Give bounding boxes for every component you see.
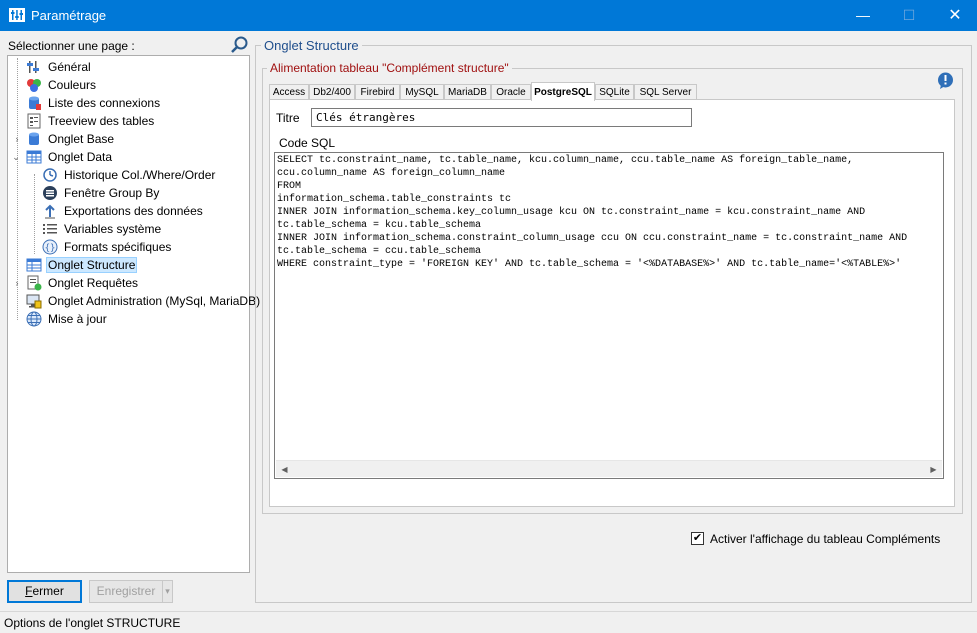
grid-table-icon [26,149,42,165]
tree-item-onglet-structure[interactable]: Onglet Structure [26,256,138,274]
tree-item-label: Onglet Administration (MySql, MariaDB) [48,294,261,308]
complement-group-title: Alimentation tableau "Complément structu… [267,61,512,75]
tree-item-connections[interactable]: Liste des connexions [26,94,162,112]
tree-item-label: Variables système [64,222,162,236]
tab-access[interactable]: Access [269,84,309,100]
activer-complements-label[interactable]: Activer l'affichage du tableau Complémen… [710,532,940,546]
enregistrer-dropdown-button[interactable]: ▾ [162,580,173,603]
database-icon [26,131,42,147]
tree-guide [34,174,35,254]
titre-label: Titre [276,111,300,125]
tree-item-label: Mise à jour [48,312,107,326]
query-document-icon [26,275,42,291]
tree-item-label: Onglet Structure [46,257,138,273]
tab-mysql[interactable]: MySQL [400,84,444,100]
tree-item-label: Onglet Base [48,132,115,146]
grid-table-icon [26,257,42,273]
tree-item-label: Formats spécifiques [64,240,172,254]
tree-item-general[interactable]: Général [26,58,93,76]
tab-firebird[interactable]: Firebird [355,84,400,100]
code-sql-label: Code SQL [279,136,336,150]
svg-text:{}: {} [45,244,56,254]
code-sql-text[interactable]: SELECT tc.constraint_name, tc.table_name… [277,154,941,460]
minimize-button[interactable]: — [840,0,886,31]
tab-sql-server[interactable]: SQL Server [634,84,697,100]
maximize-button[interactable]: ☐ [886,0,932,31]
list-lines-icon [42,221,58,237]
tab-postgresql[interactable]: PostgreSQL [531,82,595,101]
page-select-label: Sélectionner une page : [8,39,135,53]
tree-item-formats[interactable]: {} Formats spécifiques [42,238,173,256]
tree-item-label: Exportations des données [64,204,203,218]
tree-item-label: Général [48,60,91,74]
collapsed-expander-icon[interactable]: › [12,278,22,288]
collapsed-expander-icon[interactable]: › [12,134,22,144]
color-palette-icon [26,77,42,93]
status-text: Options de l'onglet STRUCTURE [4,616,181,630]
tree-item-label: Onglet Data [48,150,113,164]
tree-item-colors[interactable]: Couleurs [26,76,98,94]
scroll-left-icon[interactable]: ◀ [276,461,293,478]
search-icon[interactable] [229,35,249,55]
tab-oracle[interactable]: Oracle [491,84,531,100]
tree-item-label: Onglet Requêtes [48,276,139,290]
sliders-icon [26,59,42,75]
fermer-label: ermer [32,584,64,598]
fermer-mnemonic: F [25,584,33,598]
export-arrow-icon [42,203,58,219]
tree-list-icon [26,113,42,129]
tree-item-label: Historique Col./Where/Order [64,168,216,182]
expanded-chevron-icon[interactable]: ⌄ [11,152,21,162]
tree-item-label: Fenêtre Group By [64,186,160,200]
close-window-button[interactable]: ✕ [932,0,977,31]
braces-icon: {} [42,239,58,255]
enregistrer-button[interactable]: Enregistrer [89,580,163,603]
tree-item-label: Couleurs [48,78,97,92]
tree-item-label: Liste des connexions [48,96,161,110]
structure-group-title: Onglet Structure [261,38,362,53]
tab-sqlite[interactable]: SQLite [595,84,634,100]
tree-item-onglet-requetes[interactable]: Onglet Requêtes [26,274,140,292]
fermer-button[interactable]: Fermer [7,580,82,603]
tree-item-variables[interactable]: Variables système [42,220,163,238]
code-sql-editor[interactable]: SELECT tc.constraint_name, tc.table_name… [274,152,944,479]
tree-item-exportations[interactable]: Exportations des données [42,202,205,220]
tree-item-onglet-data[interactable]: Onglet Data [26,148,114,166]
horizontal-scrollbar[interactable]: ◀ ▶ [276,460,942,477]
tree-item-label: Treeview des tables [48,114,155,128]
tree-item-group-by[interactable]: Fenêtre Group By [42,184,161,202]
settings-tree[interactable]: Général Couleurs Liste des connexions Tr… [7,55,260,573]
scroll-right-icon[interactable]: ▶ [925,461,942,478]
titre-input[interactable]: Clés étrangères [311,108,692,127]
tab-db2-400[interactable]: Db2/400 [309,84,355,100]
admin-monitor-icon [26,293,42,309]
history-clock-icon [42,167,58,183]
status-bar: Options de l'onglet STRUCTURE [0,611,977,633]
tree-item-onglet-base[interactable]: Onglet Base [26,130,116,148]
window-title: Paramétrage [31,8,107,23]
list-circle-icon [42,185,58,201]
tab-mariadb[interactable]: MariaDB [444,84,491,100]
settings-sliders-icon [9,8,25,22]
tree-item-historique[interactable]: Historique Col./Where/Order [42,166,217,184]
database-icon [26,95,42,111]
activer-complements-checkbox[interactable]: ✔ [691,532,704,545]
tree-item-mise-a-jour[interactable]: Mise à jour [26,310,109,328]
globe-icon [26,311,42,327]
info-icon[interactable] [937,72,954,89]
tree-item-onglet-admin[interactable]: Onglet Administration (MySql, MariaDB) [26,292,262,310]
title-bar: Paramétrage — ☐ ✕ [0,0,977,31]
tree-item-treeview-tables[interactable]: Treeview des tables [26,112,156,130]
